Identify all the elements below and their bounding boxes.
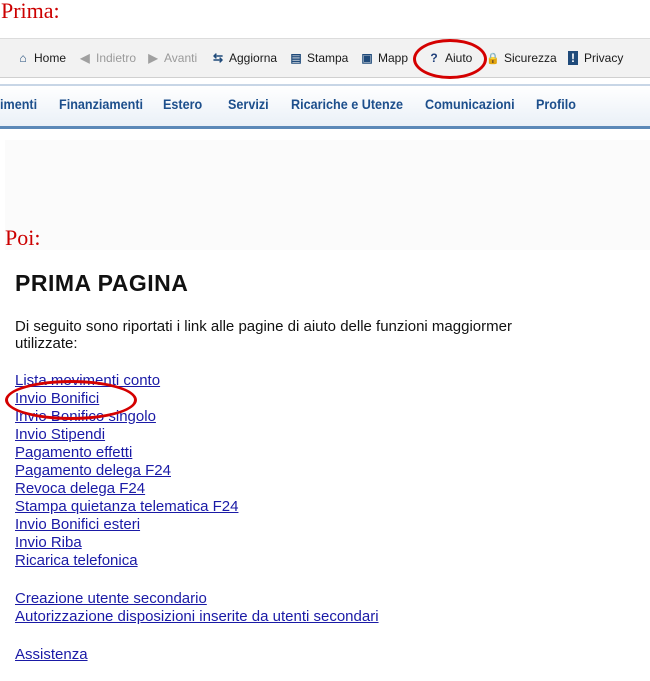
- page-title: PRIMA PAGINA: [15, 270, 189, 296]
- toolbar-print-label: Stampa: [307, 51, 349, 65]
- toolbar-refresh-label: Aggiorna: [229, 51, 278, 65]
- toolbar-refresh-button[interactable]: ⇆ Aggiorna: [211, 51, 277, 65]
- toolbar-forward-label: Avanti: [164, 51, 198, 65]
- toolbar-forward-button[interactable]: ▶ Avanti: [146, 51, 197, 65]
- toolbar-home-button[interactable]: ⌂ Home: [16, 51, 66, 65]
- blank-content-area: [5, 140, 650, 250]
- nav-item-servizi[interactable]: Servizi: [228, 96, 269, 112]
- invio-bonifici-highlight-circle: [5, 380, 137, 420]
- browser-toolbar: ⌂ Home ◀ Indietro ▶ Avanti ⇆ Aggiorna ▤ Stamp…: [0, 38, 650, 78]
- intro-line-1: Di seguito sono riportati i link alle pa…: [15, 318, 512, 335]
- label-after: Poi:: [5, 225, 41, 250]
- link-assistenza[interactable]: Assistenza: [15, 646, 88, 663]
- intro-text: Di seguito sono riportati i link alle pa…: [15, 318, 650, 352]
- info-icon: !: [568, 51, 578, 65]
- map-icon: ▣: [361, 51, 373, 65]
- link-invio-stipendi[interactable]: Invio Stipendi: [15, 426, 105, 443]
- link-pagamento-effetti[interactable]: Pagamento effetti: [15, 444, 132, 461]
- nav-item-estero[interactable]: Estero: [163, 96, 202, 112]
- toolbar-map-label: Mappa: [378, 51, 408, 65]
- forward-icon: ▶: [148, 51, 158, 65]
- link-invio-bonifici-esteri[interactable]: Invio Bonifici esteri: [15, 516, 140, 533]
- label-before: Prima:: [1, 0, 60, 23]
- nav-item-movimenti[interactable]: imenti: [0, 96, 37, 112]
- link-pagamento-delega-f24[interactable]: Pagamento delega F24: [15, 462, 171, 479]
- nav-item-comunicazioni[interactable]: Comunicazioni: [425, 96, 515, 112]
- refresh-icon: ⇆: [212, 51, 224, 65]
- nav-item-profilo[interactable]: Profilo: [536, 96, 576, 112]
- toolbar-privacy-label: Privacy: [584, 51, 624, 65]
- help-highlight-circle: [413, 39, 487, 79]
- toolbar-back-label: Indietro: [96, 51, 137, 65]
- toolbar-security-button[interactable]: 🔒 Sicurezza: [486, 51, 557, 65]
- toolbar-map-button[interactable]: ▣ Mappa: [360, 51, 408, 65]
- home-icon: ⌂: [19, 51, 27, 65]
- toolbar-back-button[interactable]: ◀ Indietro: [78, 51, 136, 65]
- intro-line-2: utilizzate:: [15, 335, 78, 352]
- main-navbar: imenti Finanziamenti Estero Servizi Rica…: [0, 84, 650, 129]
- link-stampa-quietanza-f24[interactable]: Stampa quietanza telematica F24: [15, 498, 238, 515]
- toolbar-print-button[interactable]: ▤ Stampa: [289, 51, 348, 65]
- nav-item-ricariche-utenze[interactable]: Ricariche e Utenze: [291, 96, 403, 112]
- link-autorizzazione-disposizioni[interactable]: Autorizzazione disposizioni inserite da …: [15, 608, 379, 625]
- link-revoca-delega-f24[interactable]: Revoca delega F24: [15, 480, 145, 497]
- link-invio-riba[interactable]: Invio Riba: [15, 534, 82, 551]
- link-creazione-utente-secondario[interactable]: Creazione utente secondario: [15, 590, 207, 607]
- lock-icon: 🔒: [486, 53, 500, 65]
- back-icon: ◀: [80, 51, 90, 65]
- toolbar-privacy-button[interactable]: ! Privacy: [568, 51, 623, 65]
- nav-item-finanziamenti[interactable]: Finanziamenti: [59, 96, 143, 112]
- print-icon: ▤: [290, 51, 302, 65]
- toolbar-security-label: Sicurezza: [504, 51, 557, 65]
- toolbar-home-label: Home: [34, 51, 67, 65]
- link-ricarica-telefonica[interactable]: Ricarica telefonica: [15, 552, 138, 569]
